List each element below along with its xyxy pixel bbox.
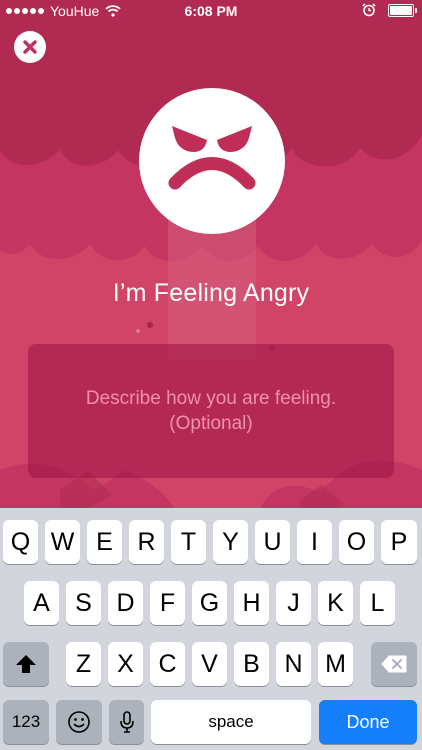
- key-j[interactable]: J: [276, 581, 311, 625]
- numbers-key[interactable]: 123: [3, 700, 49, 744]
- app: YouHue 6:08 PM I’m Feeling Angry Describ…: [0, 0, 422, 750]
- shift-icon: [16, 655, 36, 673]
- feeling-description-input[interactable]: Describe how you are feeling. (Optional): [28, 344, 394, 478]
- key-d[interactable]: D: [108, 581, 143, 625]
- close-icon: [23, 40, 37, 54]
- key-a[interactable]: A: [24, 581, 59, 625]
- key-q[interactable]: Q: [3, 520, 38, 564]
- key-h[interactable]: H: [234, 581, 269, 625]
- microphone-icon: [119, 711, 134, 733]
- alarm-icon: [362, 3, 376, 17]
- key-y[interactable]: Y: [213, 520, 248, 564]
- close-button[interactable]: [14, 31, 46, 63]
- description-placeholder: Describe how you are feeling. (Optional): [86, 386, 336, 436]
- backspace-icon: [381, 655, 407, 673]
- status-bar: YouHue 6:08 PM: [0, 0, 422, 24]
- status-right: [362, 3, 417, 17]
- key-z[interactable]: Z: [66, 642, 101, 686]
- key-r[interactable]: R: [129, 520, 164, 564]
- key-g[interactable]: G: [192, 581, 227, 625]
- microphone-key[interactable]: [109, 700, 144, 744]
- mood-screen: YouHue 6:08 PM I’m Feeling Angry Describ…: [0, 0, 422, 508]
- key-l[interactable]: L: [360, 581, 395, 625]
- key-f[interactable]: F: [150, 581, 185, 625]
- status-time: 6:08 PM: [184, 3, 238, 19]
- battery-icon: [388, 3, 417, 17]
- done-key[interactable]: Done: [319, 700, 417, 744]
- key-m[interactable]: M: [318, 642, 353, 686]
- key-k[interactable]: K: [318, 581, 353, 625]
- key-p[interactable]: P: [381, 520, 417, 564]
- key-w[interactable]: W: [45, 520, 80, 564]
- emoji-icon: [68, 711, 90, 733]
- angry-face: [139, 88, 285, 234]
- emoji-key[interactable]: [56, 700, 102, 744]
- space-key[interactable]: space: [151, 700, 311, 744]
- angry-face-icon: [168, 126, 256, 190]
- key-s[interactable]: S: [66, 581, 101, 625]
- key-t[interactable]: T: [171, 520, 206, 564]
- key-n[interactable]: N: [276, 642, 311, 686]
- key-u[interactable]: U: [255, 520, 290, 564]
- delete-key[interactable]: [371, 642, 417, 686]
- description-placeholder-line1: Describe how you are feeling.: [85, 388, 337, 409]
- key-c[interactable]: C: [150, 642, 185, 686]
- key-v[interactable]: V: [192, 642, 227, 686]
- key-i[interactable]: I: [297, 520, 332, 564]
- key-e[interactable]: E: [87, 520, 122, 564]
- shift-key[interactable]: [3, 642, 49, 686]
- mood-title: I’m Feeling Angry: [112, 279, 310, 307]
- keyboard: Q W E R T Y U I O P A S D F G H J K L Z …: [0, 508, 422, 750]
- key-x[interactable]: X: [108, 642, 143, 686]
- key-b[interactable]: B: [234, 642, 269, 686]
- description-placeholder-line2: (Optional): [169, 413, 253, 434]
- key-o[interactable]: O: [339, 520, 374, 564]
